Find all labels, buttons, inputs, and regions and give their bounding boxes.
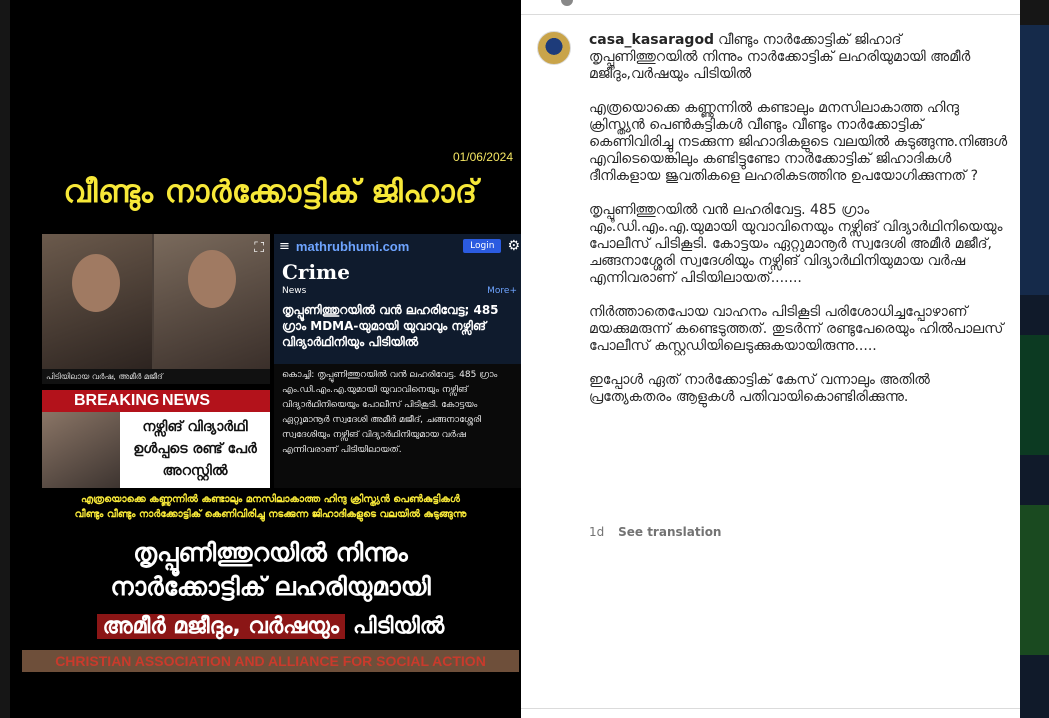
post-time: 1d xyxy=(589,525,605,539)
poster-line-1: തൃപ്പൂണിത്തുറയിൽ നിന്നും xyxy=(133,538,408,567)
comments-panel: casa_kasaragod വീണ്ടും നാർക്കോട്ടിക് ജിഹാ… xyxy=(521,0,1020,718)
divider xyxy=(521,14,1020,15)
login-button: Login xyxy=(463,239,502,253)
gear-icon: ⚙ xyxy=(507,238,520,254)
menu-icon: ≡ xyxy=(279,238,290,254)
header-avatar-partial xyxy=(561,0,573,6)
username-link[interactable]: casa_kasaragod xyxy=(589,32,714,48)
news-section: Crime xyxy=(282,260,350,284)
post-image: 01/06/2024 വീണ്ടും നാർക്കോട്ടിക് ജിഹാദ് … xyxy=(22,150,521,672)
photo-caption: പിടിയിലായ വർഷ, അമീർ മജീദ് xyxy=(42,369,270,384)
poster-headline: വീണ്ടും നാർക്കോട്ടിക് ജിഹാദ് xyxy=(63,174,478,210)
news-screenshot: ≡ mathrubhumi.com Login ⚙ Crime News Mor… xyxy=(274,234,521,488)
caption-paragraph: നിർത്താതെപോയ വാഹനം പിടികൂടി പരിശോധിച്ചപ്… xyxy=(589,304,1004,354)
caption-paragraph: എത്രയൊക്കെ കണ്ണുന്നിൽ കണ്ടാലും മനസിലാകാത… xyxy=(589,100,1008,184)
caption-paragraph: ഇപ്പോൾ ഏത് നാർക്കോട്ടിക് കേസ് വന്നാലും അ… xyxy=(589,372,930,405)
caption-paragraph: തൃപ്പൂണിത്തുറയിൽ വൻ ലഹരിവേട്ട. 485 ഗ്രാം… xyxy=(589,202,1003,286)
suspects-photo: ⛶ പിടിയിലായ വർഷ, അമീർ മജീദ് xyxy=(42,234,270,384)
poster-banner: CHRISTIAN ASSOCIATION AND ALLIANCE FOR S… xyxy=(22,650,519,672)
post-media: 01/06/2024 വീണ്ടും നാർക്കോട്ടിക് ജിഹാദ് … xyxy=(10,0,521,718)
breaking-news-card: BREAKING NEWS നഴ്സിങ് വിദ്യാർഥി ഉൾപ്പടെ … xyxy=(42,390,270,488)
poster-line-2: നാർക്കോട്ടിക് ലഹരിയുമായി xyxy=(110,572,431,601)
news-category: News xyxy=(282,286,307,296)
caption-meta: 1d See translation xyxy=(589,525,721,539)
poster-subtext: എത്രയൊക്കെ കണ്ണുന്നിൽ കണ്ടാലും മനസിലാകാത… xyxy=(74,494,467,520)
divider xyxy=(521,708,1020,709)
news-body: കൊച്ചി: തൃപ്പൂണിത്തുറയിൽ വൻ ലഹരിവേട്ട. 4… xyxy=(274,364,521,488)
post-modal: 01/06/2024 വീണ്ടും നാർക്കോട്ടിക് ജിഹാദ് … xyxy=(10,0,1020,718)
news-site: mathrubhumi.com xyxy=(295,238,410,254)
more-link: More+ xyxy=(487,286,517,296)
see-translation-link[interactable]: See translation xyxy=(618,525,721,539)
breaking-text: നഴ്സിങ് വിദ്യാർഥി ഉൾപ്പടെ രണ്ട് പേർ അറസ്… xyxy=(133,419,257,479)
post-caption: casa_kasaragod വീണ്ടും നാർക്കോട്ടിക് ജിഹാ… xyxy=(589,32,1008,405)
news-title: തൃപ്പൂണിത്തുറയിൽ വൻ ലഹരിവേട്ട; 485 ഗ്രാം… xyxy=(282,303,499,349)
avatar[interactable] xyxy=(537,31,571,65)
background-feed-strip xyxy=(1020,25,1049,718)
breaking-label: BREAKING xyxy=(74,392,160,409)
news-label: NEWS xyxy=(162,392,210,409)
poster-line-3: അമീർ മജീദും, വർഷയും പിടിയിൽ xyxy=(28,610,513,642)
expand-icon: ⛶ xyxy=(254,240,264,256)
post-date: 01/06/2024 xyxy=(452,150,513,164)
